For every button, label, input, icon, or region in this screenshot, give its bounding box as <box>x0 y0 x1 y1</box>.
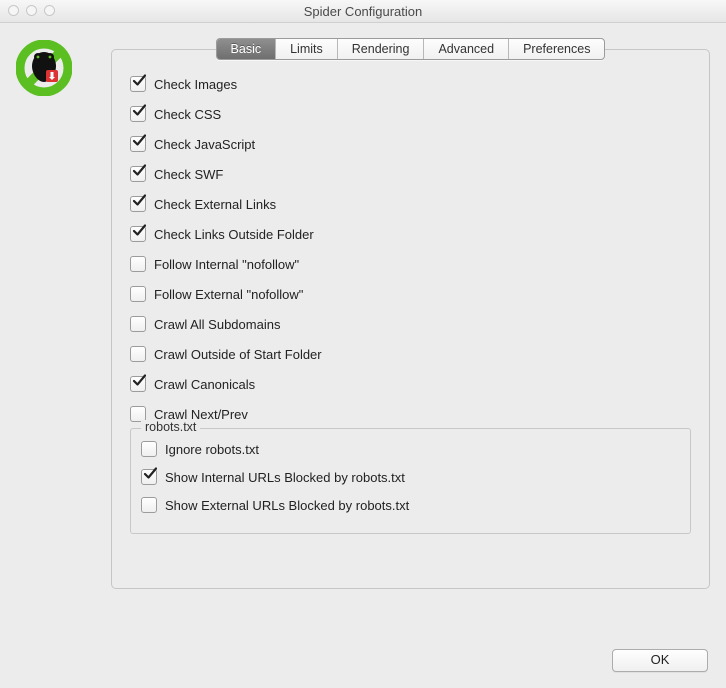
crawl-canonicals-checkbox[interactable] <box>130 376 146 392</box>
robots-legend: robots.txt <box>141 420 200 434</box>
window-title: Spider Configuration <box>0 4 726 19</box>
titlebar: Spider Configuration <box>0 0 726 23</box>
ignore-robots-checkbox[interactable] <box>141 441 157 457</box>
show-external-block-label: Show External URLs Blocked by robots.txt <box>165 498 409 513</box>
ok-button[interactable]: OK <box>612 649 708 672</box>
tab-basic[interactable]: Basic <box>217 39 277 59</box>
crawl-all-subdomains-row: Crawl All Subdomains <box>130 316 691 332</box>
basic-panel: Check Images Check CSS Check JavaScript Che… <box>111 49 710 589</box>
check-css-row: Check CSS <box>130 106 691 122</box>
show-external-block-row: Show External URLs Blocked by robots.txt <box>141 497 680 513</box>
window-controls <box>8 5 55 16</box>
ignore-robots-label: Ignore robots.txt <box>165 442 259 457</box>
show-internal-block-label: Show Internal URLs Blocked by robots.txt <box>165 470 405 485</box>
check-external-links-checkbox[interactable] <box>130 196 146 212</box>
check-links-outside-checkbox[interactable] <box>130 226 146 242</box>
check-css-checkbox[interactable] <box>130 106 146 122</box>
check-links-outside-row: Check Links Outside Folder <box>130 226 691 242</box>
follow-external-nf-checkbox[interactable] <box>130 286 146 302</box>
follow-internal-nf-checkbox[interactable] <box>130 256 146 272</box>
check-external-links-label: Check External Links <box>154 197 276 212</box>
check-images-checkbox[interactable] <box>130 76 146 92</box>
app-logo <box>16 38 111 96</box>
follow-external-nf-label: Follow External "nofollow" <box>154 287 303 302</box>
crawl-all-subdomains-label: Crawl All Subdomains <box>154 317 280 332</box>
robots-fieldset: robots.txt Ignore robots.txtShow Interna… <box>130 428 691 534</box>
check-swf-label: Check SWF <box>154 167 223 182</box>
crawl-next-prev-row: Crawl Next/Prev <box>130 406 691 422</box>
follow-internal-nf-label: Follow Internal "nofollow" <box>154 257 299 272</box>
tab-advanced[interactable]: Advanced <box>424 39 509 59</box>
check-javascript-checkbox[interactable] <box>130 136 146 152</box>
show-internal-block-checkbox[interactable] <box>141 469 157 485</box>
minimize-icon[interactable] <box>26 5 37 16</box>
show-internal-block-row: Show Internal URLs Blocked by robots.txt <box>141 469 680 485</box>
crawl-outside-start-label: Crawl Outside of Start Folder <box>154 347 322 362</box>
check-links-outside-label: Check Links Outside Folder <box>154 227 314 242</box>
tab-bar: Basic Limits Rendering Advanced Preferen… <box>111 38 710 60</box>
ignore-robots-row: Ignore robots.txt <box>141 441 680 457</box>
follow-internal-nf-row: Follow Internal "nofollow" <box>130 256 691 272</box>
frog-icon <box>16 40 72 96</box>
zoom-icon[interactable] <box>44 5 55 16</box>
crawl-outside-start-checkbox[interactable] <box>130 346 146 362</box>
check-images-label: Check Images <box>154 77 237 92</box>
tab-rendering[interactable]: Rendering <box>338 39 425 59</box>
tab-preferences[interactable]: Preferences <box>509 39 604 59</box>
check-swf-row: Check SWF <box>130 166 691 182</box>
show-external-block-checkbox[interactable] <box>141 497 157 513</box>
close-icon[interactable] <box>8 5 19 16</box>
follow-external-nf-row: Follow External "nofollow" <box>130 286 691 302</box>
crawl-canonicals-label: Crawl Canonicals <box>154 377 255 392</box>
check-swf-checkbox[interactable] <box>130 166 146 182</box>
check-css-label: Check CSS <box>154 107 221 122</box>
crawl-all-subdomains-checkbox[interactable] <box>130 316 146 332</box>
check-images-row: Check Images <box>130 76 691 92</box>
crawl-canonicals-row: Crawl Canonicals <box>130 376 691 392</box>
check-javascript-row: Check JavaScript <box>130 136 691 152</box>
crawl-outside-start-row: Crawl Outside of Start Folder <box>130 346 691 362</box>
check-external-links-row: Check External Links <box>130 196 691 212</box>
check-javascript-label: Check JavaScript <box>154 137 255 152</box>
tab-limits[interactable]: Limits <box>276 39 338 59</box>
